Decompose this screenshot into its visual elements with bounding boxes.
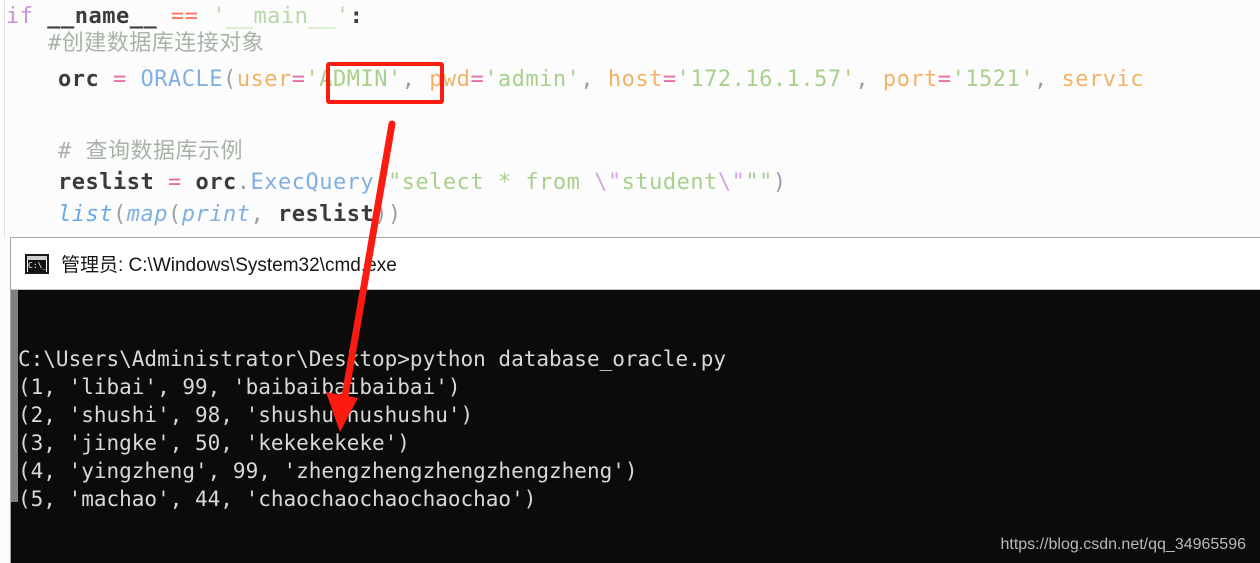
console-icon [25, 253, 49, 274]
code-token: , [580, 67, 608, 92]
code-line-list-map-print[interactable]: list(map(print, reslist)) [58, 202, 402, 228]
code-line-comment-query[interactable]: # 查询数据库示例 [58, 139, 243, 165]
code-token: __name__ [47, 4, 158, 29]
code-token: '__main__' [212, 4, 350, 29]
code-token: , [855, 67, 883, 92]
code-token: \" [717, 170, 746, 195]
code-token: host [607, 67, 663, 92]
code-token: # 查询数据库示例 [58, 139, 243, 164]
code-token: = [99, 67, 141, 92]
code-token: = [662, 67, 677, 92]
code-token: , [1034, 67, 1062, 92]
code-token: port [882, 67, 938, 92]
code-token: ORACLE [140, 67, 223, 92]
indent-guide-line [4, 0, 6, 237]
code-token: list [58, 202, 113, 227]
code-token: #创建数据库连接对象 [48, 31, 265, 56]
code-editor-pane[interactable]: if __name__ == '__main__': #创建数据库连接对象 or… [0, 0, 1260, 237]
code-token: '1521' [951, 67, 1035, 92]
code-token: "select * from [387, 170, 595, 195]
code-line-oracle-connect[interactable]: orc = ORACLE(user='ADMIN', pwd='admin', … [58, 67, 1144, 93]
code-token: , [250, 202, 278, 227]
watermark-text: https://blog.csdn.net/qq_34965596 [1000, 536, 1246, 553]
screenshot-root: if __name__ == '__main__': #创建数据库连接对象 or… [0, 0, 1260, 563]
code-token: reslist [58, 170, 155, 195]
code-token: ( [167, 202, 182, 227]
code-token: "" [745, 170, 773, 195]
code-token: )) [374, 202, 402, 227]
code-token: '172.16.1.57' [676, 67, 856, 92]
code-token: orc [195, 170, 237, 195]
code-token: == [157, 4, 213, 29]
code-token: = [291, 67, 306, 92]
code-token: print [181, 202, 251, 227]
console-text-block: C:\Users\Administrator\Desktop>python da… [18, 347, 727, 511]
console-output-area[interactable]: C:\Users\Administrator\Desktop>python da… [11, 290, 1260, 563]
code-line-execquery[interactable]: reslist = orc.ExecQuery("select * from \… [58, 170, 787, 196]
code-token: ( [222, 67, 237, 92]
code-token: = [470, 67, 485, 92]
cmd-window-title: 管理员: C:\Windows\System32\cmd.exe [61, 255, 397, 276]
code-token: reslist [277, 202, 375, 227]
code-token: servic [1061, 67, 1145, 92]
code-token: map [126, 202, 168, 227]
code-line-comment-create[interactable]: #创建数据库连接对象 [48, 31, 264, 57]
code-token: \" [594, 170, 622, 195]
code-token: if [6, 4, 48, 29]
code-token: ) [772, 170, 787, 195]
console-scrollbar[interactable] [11, 290, 18, 502]
code-token: ExecQuery [250, 170, 375, 195]
code-token: = [937, 67, 952, 92]
code-token: ( [112, 202, 127, 227]
code-token: ( [374, 170, 388, 195]
code-token: user [236, 67, 292, 92]
code-token: orc [58, 67, 100, 92]
code-token: . [236, 170, 251, 195]
cmd-title-bar[interactable]: 管理员: C:\Windows\System32\cmd.exe [11, 238, 1260, 290]
code-token: 'admin' [484, 67, 581, 92]
annotation-highlight-box [326, 62, 444, 104]
code-line-if-main[interactable]: if __name__ == '__main__': [6, 4, 363, 30]
code-token: : [349, 4, 364, 29]
code-token: student [621, 170, 718, 195]
cmd-window[interactable]: 管理员: C:\Windows\System32\cmd.exe C:\User… [10, 237, 1260, 563]
code-token: = [154, 170, 196, 195]
